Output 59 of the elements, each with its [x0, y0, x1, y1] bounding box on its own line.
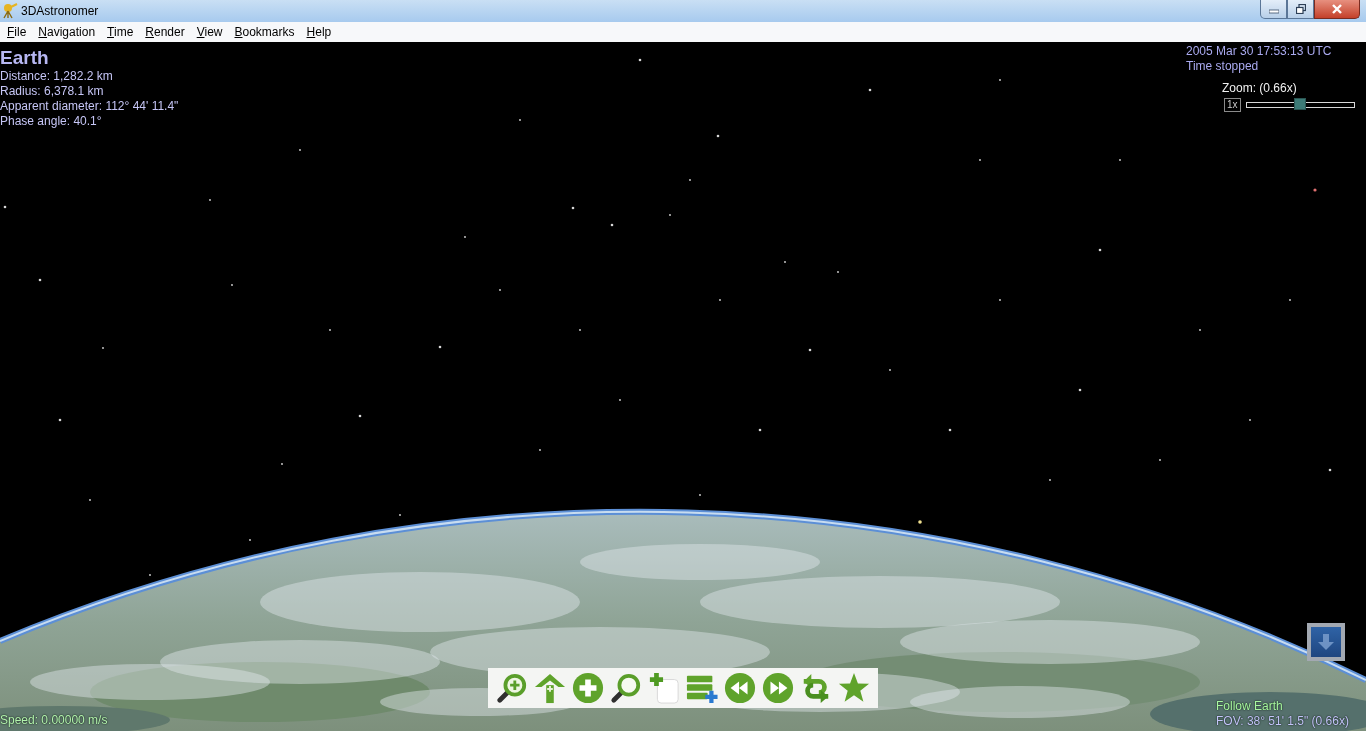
- star-dot: [1328, 468, 1332, 472]
- star-icon: [838, 672, 870, 704]
- time-status: Time stopped: [1186, 59, 1260, 74]
- speed-readout: Speed: 0.00000 m/s: [0, 713, 108, 728]
- fast-forward-icon: [762, 672, 794, 704]
- star-dot: [808, 348, 812, 352]
- zoom-in-button[interactable]: [495, 671, 529, 705]
- object-detail: Apparent diameter: 112° 44' 11.4": [0, 99, 179, 114]
- window-title: 3DAstronomer: [21, 4, 99, 18]
- reset-zoom-button[interactable]: 1x: [1224, 98, 1241, 112]
- search-button[interactable]: [609, 671, 643, 705]
- rewind-button[interactable]: [723, 671, 757, 705]
- object-detail: Distance: 1,282.2 km: [0, 69, 114, 84]
- star-dot: [1078, 388, 1082, 392]
- star-dot: [358, 414, 362, 418]
- menu-item[interactable]: File: [1, 23, 33, 41]
- object-name: Earth: [0, 47, 50, 69]
- fov-readout: FOV: 38° 51' 1.5" (0.66x): [1216, 714, 1349, 729]
- minimize-button[interactable]: [1260, 0, 1287, 19]
- star-dot: [918, 520, 922, 524]
- menu-item[interactable]: Bookmarks: [228, 23, 301, 41]
- star-dot: [3, 205, 7, 209]
- star-dot: [1098, 248, 1102, 252]
- star-dot: [571, 206, 575, 210]
- follow-status: Follow Earth: [1216, 699, 1284, 714]
- restore-icon: [1295, 4, 1306, 14]
- plus-circle-icon: [572, 672, 604, 704]
- zoom-label: Zoom: (0.66x): [1222, 81, 1297, 95]
- star-dot: [58, 418, 62, 422]
- restore-button[interactable]: [1287, 0, 1314, 19]
- menu-item[interactable]: Navigation: [32, 23, 102, 41]
- panel-toggle-button[interactable]: [1307, 623, 1345, 661]
- menu-item[interactable]: Help: [300, 23, 338, 41]
- close-icon: [1332, 4, 1342, 14]
- star-dot: [948, 428, 952, 432]
- rewind-icon: [724, 672, 756, 704]
- slider-thumb[interactable]: [1294, 98, 1307, 110]
- fast-forward-button[interactable]: [761, 671, 795, 705]
- star-dot: [758, 428, 762, 432]
- telescope-icon: [2, 3, 18, 19]
- star-dot: [638, 58, 642, 62]
- down-arrow-icon: [1316, 632, 1336, 652]
- document-plus-icon: [648, 672, 680, 704]
- up-arrow-icon: [534, 672, 566, 704]
- star-dot: [868, 88, 872, 92]
- object-detail: Phase angle: 40.1°: [0, 114, 103, 129]
- star-dot: [38, 278, 42, 282]
- star-dot: [1313, 188, 1317, 192]
- magnifier-plus-icon: [496, 672, 528, 704]
- menu-item[interactable]: Time: [101, 23, 140, 41]
- object-detail: Radius: 6,378.1 km: [0, 84, 105, 99]
- date-time: 2005 Mar 30 17:53:13 UTC: [1186, 44, 1332, 59]
- star-dot: [438, 345, 442, 349]
- close-button[interactable]: [1314, 0, 1360, 19]
- search-icon: [610, 672, 642, 704]
- star-dot: [716, 134, 720, 138]
- menu-item[interactable]: View: [190, 23, 229, 41]
- star-dot: [610, 223, 614, 227]
- menu-item[interactable]: Render: [139, 23, 191, 41]
